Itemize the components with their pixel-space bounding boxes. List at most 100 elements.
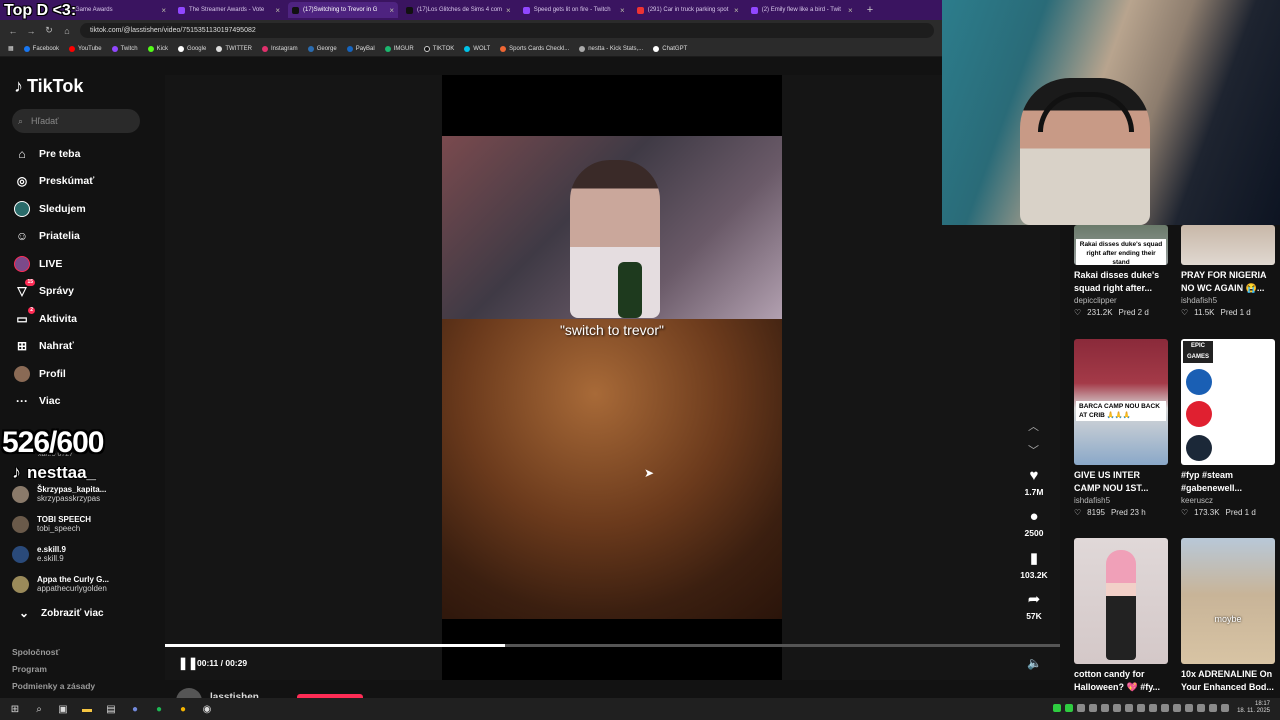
bookmark-item[interactable]: TWITTER — [216, 45, 252, 52]
bookmark-item[interactable]: ChatGPT — [653, 45, 687, 52]
system-clock[interactable]: 18:17 18. 11. 2025 — [1237, 701, 1270, 715]
chevron-down-icon: ⌄ — [18, 606, 30, 620]
reload-icon[interactable]: ↻ — [44, 25, 54, 36]
tray-icon[interactable] — [1101, 704, 1110, 712]
task-view-icon[interactable]: ▣ — [56, 702, 70, 716]
nav-profile[interactable]: Profil — [14, 363, 66, 385]
close-icon[interactable]: × — [161, 6, 166, 15]
close-icon[interactable]: × — [620, 6, 625, 15]
close-icon[interactable]: × — [506, 6, 511, 15]
home-icon[interactable]: ⌂ — [62, 26, 72, 36]
comment-button[interactable]: ● 2500 — [1017, 509, 1051, 539]
nav-friends[interactable]: ☺ Priatelia — [14, 225, 80, 247]
bookmark-icon: ▮ — [1029, 550, 1039, 567]
search-input[interactable]: ⌕ Hľadať — [12, 109, 140, 133]
bookmark-item[interactable]: George — [307, 45, 337, 52]
recommended-card[interactable]: BARCA CAMP NOU BACK AT CRIB 🙏🙏🙏 GIVE US … — [1074, 339, 1168, 519]
tray-icon[interactable] — [1053, 704, 1062, 712]
pause-icon[interactable]: ❚❚ — [178, 656, 198, 670]
nav-for-you[interactable]: ⌂ Pre teba — [14, 143, 80, 165]
windows-start-icon[interactable]: ⊞ — [8, 702, 22, 716]
nav-activity[interactable]: ▭ 2 Aktivita — [14, 307, 77, 330]
following-account[interactable]: e.skill.9 e.skill.9 — [12, 542, 66, 566]
tray-icon[interactable] — [1077, 704, 1086, 712]
spotify-icon[interactable]: ● — [152, 702, 166, 716]
tray-icon[interactable] — [1113, 704, 1122, 712]
tray-icon[interactable] — [1173, 704, 1182, 712]
nav-messages[interactable]: ▽ 15 Správy — [14, 279, 74, 302]
browser-tab[interactable]: Speed gets lit on fire - Twitch × — [519, 2, 629, 18]
following-account[interactable]: TOBI SPEECH tobi_speech — [12, 512, 91, 536]
browser-tab[interactable]: (291) Car in truck parking spot × — [633, 2, 743, 18]
share-button[interactable]: ➦ 57K — [1017, 592, 1051, 622]
tray-icon[interactable] — [1137, 704, 1146, 712]
file-explorer-icon[interactable]: ▬ — [80, 702, 94, 716]
browser-tab[interactable]: (2) Emily flew like a bird - Twit × — [747, 2, 857, 18]
discord-icon[interactable]: ● — [128, 702, 142, 716]
chrome-icon[interactable]: ● — [176, 702, 190, 716]
footer-link[interactable]: Spoločnosť — [12, 647, 60, 657]
tiktok-logo[interactable]: ♪ TikTok — [14, 76, 83, 97]
nav-following[interactable]: Sledujem — [14, 198, 86, 220]
tray-icon[interactable] — [1149, 704, 1158, 712]
bookmark-item[interactable]: Google — [177, 45, 206, 52]
back-icon[interactable]: ← — [8, 26, 18, 36]
browser-tab[interactable]: (17)Los Glitches de Sims 4 com × — [402, 2, 515, 18]
apps-grid-icon[interactable]: ▦ — [8, 45, 14, 52]
forward-icon[interactable]: → — [26, 26, 36, 36]
browser-tab-active[interactable]: (17)Switching to Trevor in G × — [288, 2, 398, 18]
close-icon[interactable]: × — [734, 6, 739, 15]
browser-tab[interactable]: The Streamer Awards - Vote × — [174, 2, 284, 18]
like-button[interactable]: ♥ 1.7M — [1017, 468, 1051, 498]
tray-icon[interactable] — [1185, 704, 1194, 712]
save-button[interactable]: ▮ 103.2K — [1017, 550, 1051, 581]
chevron-down-icon[interactable]: ﹀ — [1028, 442, 1039, 458]
obs-icon[interactable]: ◉ — [200, 702, 214, 716]
recommended-card[interactable]: moybe 10x ADRENALINE On Your Enhanced Bo… — [1181, 538, 1275, 694]
bookmark-item[interactable]: WOLT — [464, 45, 490, 52]
heart-outline-icon: ♡ — [1074, 508, 1082, 517]
footer-link[interactable]: Program — [12, 664, 47, 674]
ea-icon — [1186, 401, 1212, 427]
bookmark-item[interactable]: IMGUR — [384, 45, 414, 52]
volume-icon[interactable] — [1221, 704, 1230, 712]
recommended-card[interactable]: EPIC GAMES #fyp #steam #gabenewell... ke… — [1181, 339, 1275, 519]
show-more-button[interactable]: ⌄ Zobraziť viac — [16, 602, 104, 624]
recommended-card[interactable]: PRAY FOR NIGERIA NO WC AGAIN 😭... ishdaf… — [1181, 225, 1275, 319]
tray-icon[interactable] — [1125, 704, 1134, 712]
bookmark-item[interactable]: Kick — [147, 45, 168, 52]
recommended-card[interactable]: cotton candy for Halloween? 💖 #fy... — [1074, 538, 1168, 694]
bookmark-item[interactable]: Sports Cards Checkl... — [500, 45, 569, 52]
browser-tab[interactable]: Game Awards × — [60, 2, 170, 18]
recommended-card[interactable]: Rakai disses duke's squad right after en… — [1074, 225, 1168, 319]
nav-more[interactable]: ··· Viac — [14, 390, 60, 412]
nav-explore[interactable]: ◎ Preskúmať — [14, 170, 94, 192]
store-icon[interactable]: ▤ — [104, 702, 118, 716]
url-field[interactable]: tiktok.com/@lasstishen/video/75153511301… — [80, 23, 934, 38]
new-tab-button[interactable]: + — [861, 4, 879, 16]
address-bar-row: ← → ↻ ⌂ tiktok.com/@lasstishen/video/751… — [0, 20, 942, 41]
tray-icon[interactable] — [1065, 704, 1074, 712]
close-icon[interactable]: × — [389, 6, 394, 15]
tray-icon[interactable] — [1161, 704, 1170, 712]
bookmark-item[interactable]: Facebook — [23, 45, 59, 52]
bookmark-item[interactable]: nestta - Kick Stats,... — [579, 45, 643, 52]
wifi-icon[interactable] — [1209, 704, 1218, 712]
close-icon[interactable]: × — [848, 6, 853, 15]
volume-icon[interactable]: 🔈 — [1027, 656, 1042, 670]
tray-icon[interactable] — [1197, 704, 1206, 712]
following-account[interactable]: Škrzypas_kapita... skrzypasskrzypas — [12, 482, 106, 506]
bookmark-item[interactable]: TIKTOK — [423, 45, 454, 52]
footer-link[interactable]: Podmienky a zásady — [12, 681, 95, 691]
following-account[interactable]: Appa the Curly G... appathecurlygolden — [12, 572, 109, 596]
tray-icon[interactable] — [1089, 704, 1098, 712]
chevron-up-icon[interactable]: ︿ — [1028, 418, 1039, 434]
bookmark-item[interactable]: YouTube — [69, 45, 102, 52]
nav-live[interactable]: LIVE — [14, 253, 62, 275]
bookmark-item[interactable]: PayBal — [346, 45, 375, 52]
nav-upload[interactable]: ⊞ Nahrať — [14, 335, 74, 357]
close-icon[interactable]: × — [275, 6, 280, 15]
bookmark-item[interactable]: Twitch — [111, 45, 138, 52]
search-icon[interactable]: ⌕ — [32, 702, 46, 716]
bookmark-item[interactable]: Instagram — [262, 45, 298, 52]
